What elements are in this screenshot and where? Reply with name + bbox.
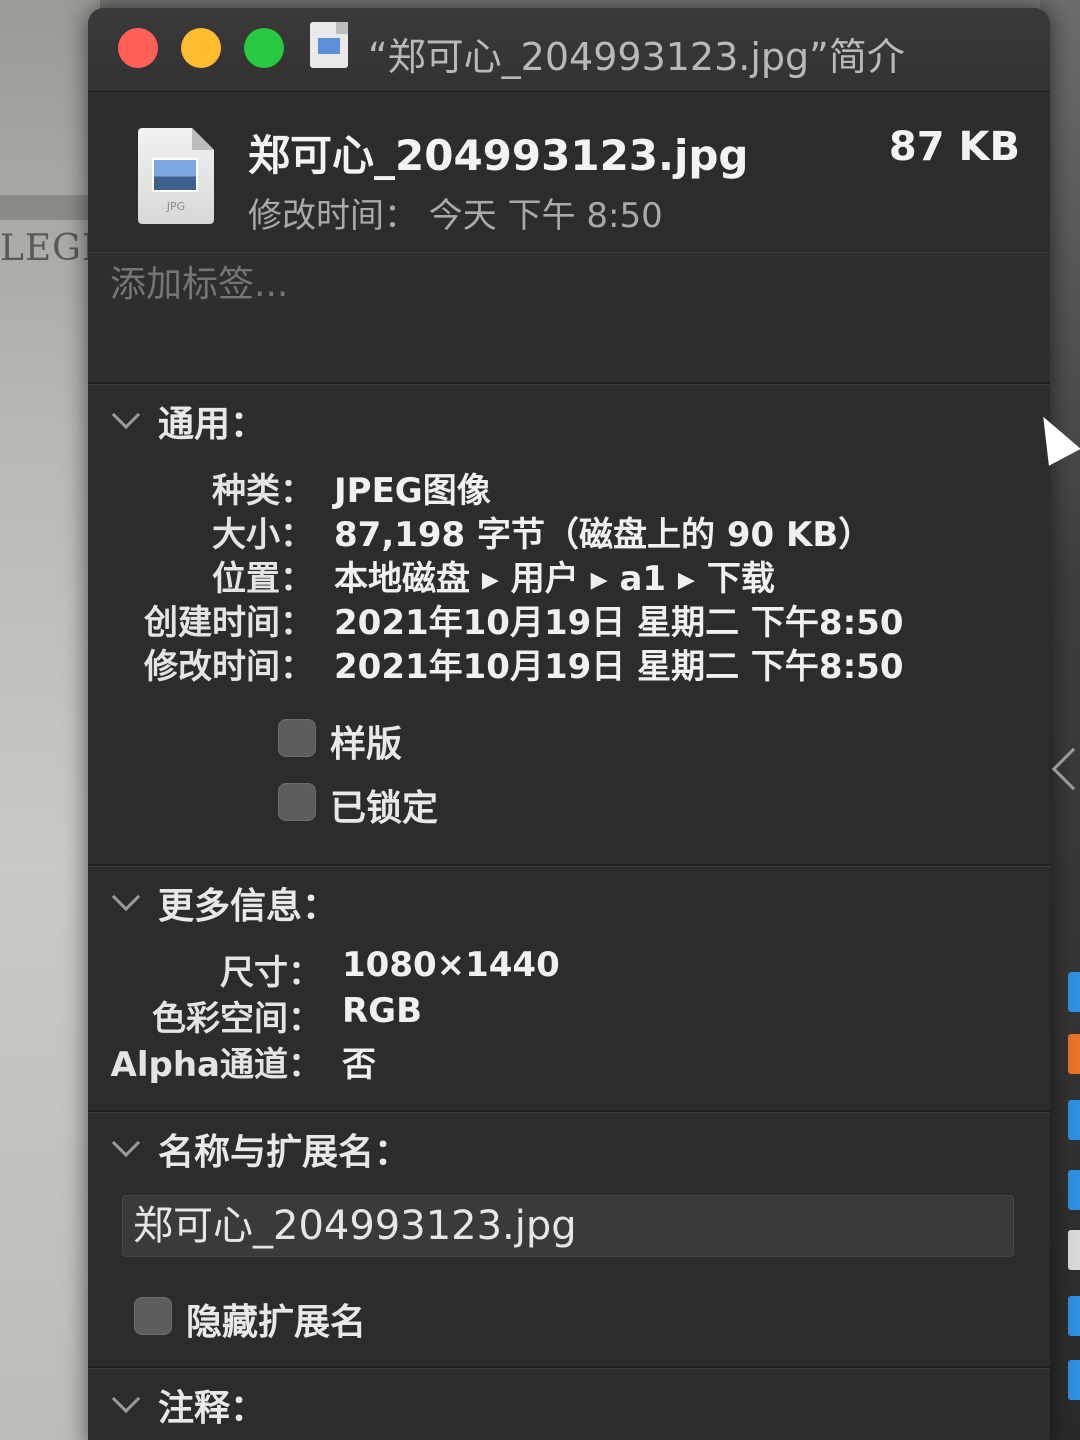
file-modified: 修改时间： 今天 下午 8:50 [248, 196, 663, 236]
general-section-title: 通用： [158, 404, 267, 445]
more-info-section-header[interactable]: 更多信息： [88, 867, 1050, 929]
comments-section-title: 注释： [158, 1388, 267, 1429]
title-bar[interactable]: “郑可心_204993123.jpg”简介 [88, 8, 1050, 92]
chevron-down-icon[interactable] [111, 1128, 141, 1158]
minimize-button[interactable] [181, 28, 221, 68]
more-info-section: 更多信息： 尺寸： 1080×1440 色彩空间： RGB Alpha通道： 否 [88, 866, 1050, 1112]
info-key: 修改时间： [144, 647, 314, 687]
chevron-down-icon[interactable] [111, 400, 141, 430]
file-size: 87 KB [888, 124, 1020, 170]
window-title: “郑可心_204993123.jpg”简介 [368, 35, 905, 79]
locked-checkbox[interactable] [278, 783, 316, 821]
file-name: 郑可心_204993123.jpg [248, 131, 749, 180]
name-extension-section-header[interactable]: 名称与扩展名： [88, 1113, 1050, 1175]
info-key: 创建时间： [144, 603, 314, 643]
info-key: 种类： [212, 471, 314, 511]
name-extension-section: 名称与扩展名： 郑可心_204993123.jpg 隐藏扩展名 [88, 1112, 1050, 1368]
document-proxy-icon[interactable] [310, 22, 348, 68]
maximize-button[interactable] [244, 28, 284, 68]
dock-item-icon[interactable] [1068, 1296, 1080, 1336]
info-value: 87,198 字节（磁盘上的 90 KB） [334, 515, 873, 555]
info-value: 2021年10月19日 星期二 下午8:50 [334, 647, 904, 687]
dock-item-icon[interactable] [1068, 972, 1080, 1012]
file-icon-ext: JPG [166, 200, 186, 213]
info-value: RGB [342, 991, 423, 1031]
dock-item-icon[interactable] [1068, 1360, 1080, 1400]
tags-input[interactable] [110, 259, 1010, 309]
get-info-window: “郑可心_204993123.jpg”简介 JPG 郑可心_204993123.… [88, 8, 1050, 1440]
dock-item-icon[interactable] [1068, 1100, 1080, 1140]
more-info-section-title: 更多信息： [158, 886, 339, 927]
info-key: Alpha通道： [110, 1045, 322, 1085]
stationery-checkbox[interactable] [278, 719, 316, 757]
chevron-down-icon[interactable] [111, 882, 141, 912]
file-header: JPG 郑可心_204993123.jpg 87 KB 修改时间： 今天 下午 … [88, 92, 1050, 252]
jpeg-file-icon[interactable]: JPG [138, 128, 214, 224]
info-key: 大小： [212, 515, 314, 555]
info-value: 本地磁盘 ▸ 用户 ▸ a1 ▸ 下载 [334, 559, 775, 599]
close-button[interactable] [118, 28, 158, 68]
comments-section: 注释： [88, 1368, 1050, 1440]
info-key: 色彩空间： [152, 999, 322, 1039]
tags-area [88, 252, 1050, 384]
info-value: 2021年10月19日 星期二 下午8:50 [334, 603, 904, 643]
desktop-background-band [0, 195, 100, 220]
general-section: 通用： 种类： JPEG图像 大小： 87,198 字节（磁盘上的 90 KB）… [88, 384, 1050, 866]
hide-extension-checkbox[interactable] [134, 1297, 172, 1335]
locked-label: 已锁定 [330, 788, 439, 829]
dock-item-icon[interactable] [1068, 1034, 1080, 1074]
hide-extension-label: 隐藏扩展名 [186, 1302, 367, 1343]
dock-item-icon[interactable] [1068, 1230, 1080, 1270]
info-value: 否 [342, 1045, 376, 1085]
stationery-label: 样版 [330, 724, 403, 765]
name-extension-section-title: 名称与扩展名： [158, 1132, 411, 1173]
chevron-down-icon[interactable] [111, 1384, 141, 1414]
comments-section-header[interactable]: 注释： [88, 1369, 1050, 1431]
info-key: 位置： [212, 559, 314, 599]
info-value: JPEG图像 [334, 471, 491, 511]
info-value: 1080×1440 [342, 945, 560, 985]
general-section-header[interactable]: 通用： [88, 385, 1050, 447]
filename-field[interactable]: 郑可心_204993123.jpg [122, 1195, 1014, 1257]
dock-item-icon[interactable] [1068, 1170, 1080, 1210]
info-key: 尺寸： [220, 953, 322, 993]
